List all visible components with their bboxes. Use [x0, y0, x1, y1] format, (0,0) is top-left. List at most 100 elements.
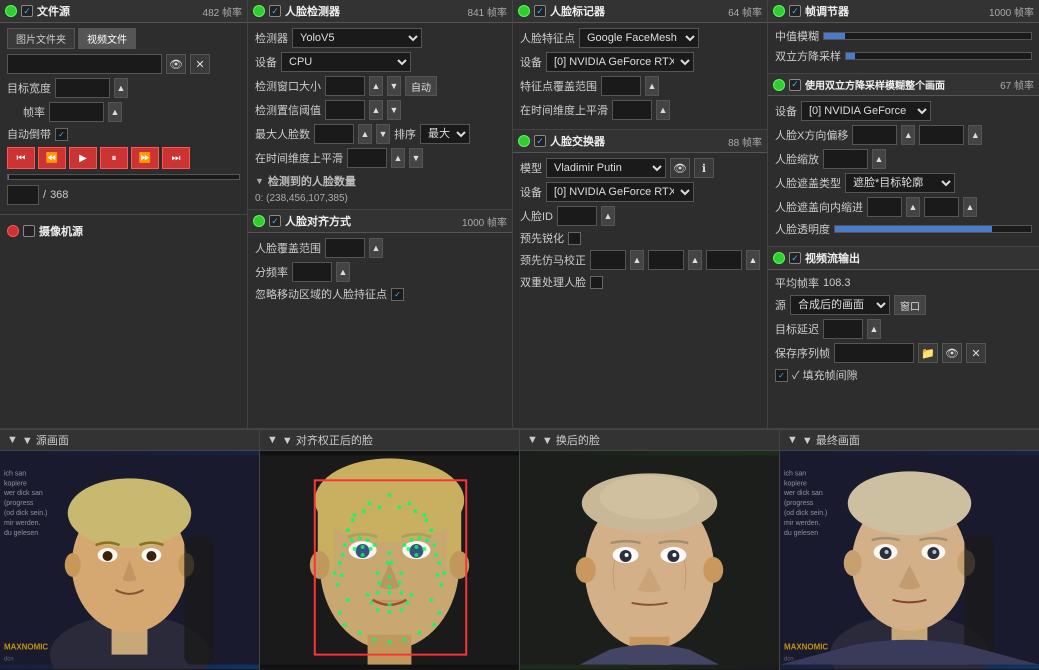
face-id-up[interactable]: ▲	[601, 206, 615, 226]
face-type-select[interactable]: 遮脸*目标轮廓	[845, 173, 955, 193]
landmark-type-select[interactable]: Google FaceMesh	[579, 28, 699, 48]
landmark-range-input[interactable]: 1,3	[601, 76, 641, 96]
scale-up[interactable]: ▲	[872, 149, 886, 169]
transport-back[interactable]: ⏪	[38, 147, 66, 169]
camera-checkbox[interactable]	[23, 225, 35, 237]
model-info-icon[interactable]: ℹ	[694, 158, 714, 178]
expand1-up[interactable]: ▲	[906, 197, 920, 217]
ss-device-select[interactable]: [0] NVIDIA GeForce	[801, 101, 931, 121]
detector-device-select[interactable]: CPU	[281, 52, 411, 72]
coverage-input[interactable]: 2,2	[325, 238, 365, 258]
target-width-up[interactable]: ▲	[114, 78, 128, 98]
file-source-power-btn[interactable]	[5, 5, 17, 17]
y-offset-up[interactable]: ▲	[968, 125, 982, 145]
super-sampling-power-btn[interactable]	[773, 79, 785, 91]
face-exchanger-checkbox[interactable]	[534, 135, 546, 147]
close-file-icon[interactable]: ✕	[190, 54, 210, 74]
morph-y-input[interactable]: 1,00	[648, 250, 684, 270]
bilateral-slider[interactable]	[845, 52, 1032, 60]
face-align-power-btn[interactable]	[253, 215, 265, 227]
window-size-up[interactable]: ▲	[369, 76, 383, 96]
landmark-range-up[interactable]: ▲	[645, 76, 659, 96]
threshold-up[interactable]: ▲	[369, 100, 383, 120]
opacity-slider[interactable]	[834, 225, 1032, 233]
median-slider[interactable]	[823, 32, 1032, 40]
output-source-select[interactable]: 合成后的画面	[790, 295, 890, 315]
output-eye-icon[interactable]: 👁	[942, 343, 962, 363]
face-detector-power-btn[interactable]	[253, 5, 265, 17]
pre-sharpen-checkbox[interactable]	[568, 232, 581, 245]
transport-prev[interactable]: ⏮	[7, 147, 35, 169]
transport-fwd[interactable]: ⏩	[131, 147, 159, 169]
morph-x-input[interactable]: 1,00	[590, 250, 626, 270]
morph-y-up[interactable]: ▲	[688, 250, 702, 270]
timeline-bar[interactable]	[7, 174, 240, 180]
face-exchanger-power-btn[interactable]	[518, 135, 530, 147]
face-marker-power-btn[interactable]	[518, 5, 530, 17]
video-output-power-btn[interactable]	[773, 252, 785, 264]
smooth-up[interactable]: ▲	[391, 148, 405, 168]
window-size-auto-btn[interactable]: 自动	[405, 76, 437, 96]
delay-input[interactable]: 500	[823, 319, 863, 339]
delay-up[interactable]: ▲	[867, 319, 881, 339]
morph-z-input[interactable]: 1,00	[706, 250, 742, 270]
morph-x-up[interactable]: ▲	[630, 250, 644, 270]
tab-image-folder[interactable]: 图片文件夹	[7, 28, 75, 49]
exchanger-device-select[interactable]: [0] NVIDIA GeForce RTX	[546, 182, 694, 202]
expand2-up[interactable]: ▲	[963, 197, 977, 217]
transport-next[interactable]: ⏭	[162, 147, 190, 169]
model-eye-icon[interactable]: 👁	[670, 158, 690, 178]
double-process-checkbox[interactable]	[590, 276, 603, 289]
sort-select[interactable]: 最大	[420, 124, 470, 144]
fps-input[interactable]: 自动	[49, 102, 104, 122]
frame-adjuster-power-btn[interactable]	[773, 5, 785, 17]
face-id-input[interactable]: 0	[557, 206, 597, 226]
target-width-input[interactable]: 自动	[55, 78, 110, 98]
subsample-up[interactable]: ▲	[336, 262, 350, 282]
save-path-input[interactable]: ...	[834, 343, 914, 363]
folder-icon[interactable]: 📁	[918, 343, 938, 363]
frame-adjuster-checkbox[interactable]	[789, 5, 801, 17]
face-detector-checkbox[interactable]	[269, 5, 281, 17]
ignore-moving-checkbox[interactable]	[391, 288, 404, 301]
expand-val2-input[interactable]: 25	[924, 197, 959, 217]
detector-type-select[interactable]: YoloV5	[292, 28, 422, 48]
face-align-checkbox[interactable]	[269, 215, 281, 227]
eye-icon[interactable]: 👁	[166, 54, 186, 74]
fps-up[interactable]: ▲	[108, 102, 122, 122]
super-sampling-checkbox[interactable]	[789, 79, 801, 91]
tab-video-file[interactable]: 视频文件	[78, 28, 136, 49]
output-close-icon[interactable]: ✕	[966, 343, 986, 363]
marker-device-select[interactable]: [0] NVIDIA GeForce RTX 3	[546, 52, 694, 72]
transport-pause[interactable]: ⏸	[100, 147, 128, 169]
threshold-down[interactable]: ▼	[387, 100, 401, 120]
max-faces-input[interactable]: 1	[314, 124, 354, 144]
max-faces-down[interactable]: ▼	[376, 124, 390, 144]
camera-power-btn[interactable]	[7, 225, 19, 237]
y-offset-input[interactable]: 0,000	[919, 125, 964, 145]
video-output-checkbox[interactable]	[789, 252, 801, 264]
subsample-input[interactable]: 224	[292, 262, 332, 282]
scale-input[interactable]: 1,00	[823, 149, 868, 169]
current-frame-input[interactable]: 1	[7, 185, 39, 205]
file-source-checkbox[interactable]	[21, 5, 33, 17]
max-faces-up[interactable]: ▲	[358, 124, 372, 144]
expand-val1-input[interactable]: 5	[867, 197, 902, 217]
morph-z-up[interactable]: ▲	[746, 250, 760, 270]
file-path-input[interactable]: \DeepFaceLive\twitch1.mp4	[7, 54, 162, 74]
coverage-up[interactable]: ▲	[369, 238, 383, 258]
window-size-input[interactable]: 128	[325, 76, 365, 96]
fill-frames-checkbox[interactable]	[775, 369, 788, 382]
exchanger-model-select[interactable]: Vladimir Putin	[546, 158, 666, 178]
threshold-input[interactable]: 0.50	[325, 100, 365, 120]
face-marker-checkbox[interactable]	[534, 5, 546, 17]
smooth-down[interactable]: ▼	[409, 148, 423, 168]
window-size-down[interactable]: ▼	[387, 76, 401, 96]
x-offset-up[interactable]: ▲	[901, 125, 915, 145]
transport-play[interactable]: ▶	[69, 147, 97, 169]
marker-smooth-up[interactable]: ▲	[656, 100, 670, 120]
window-btn[interactable]: 窗口	[894, 295, 926, 315]
marker-smooth-input[interactable]: 1	[612, 100, 652, 120]
auto-tape-checkbox[interactable]	[55, 128, 68, 141]
x-offset-input[interactable]: 0,000	[852, 125, 897, 145]
